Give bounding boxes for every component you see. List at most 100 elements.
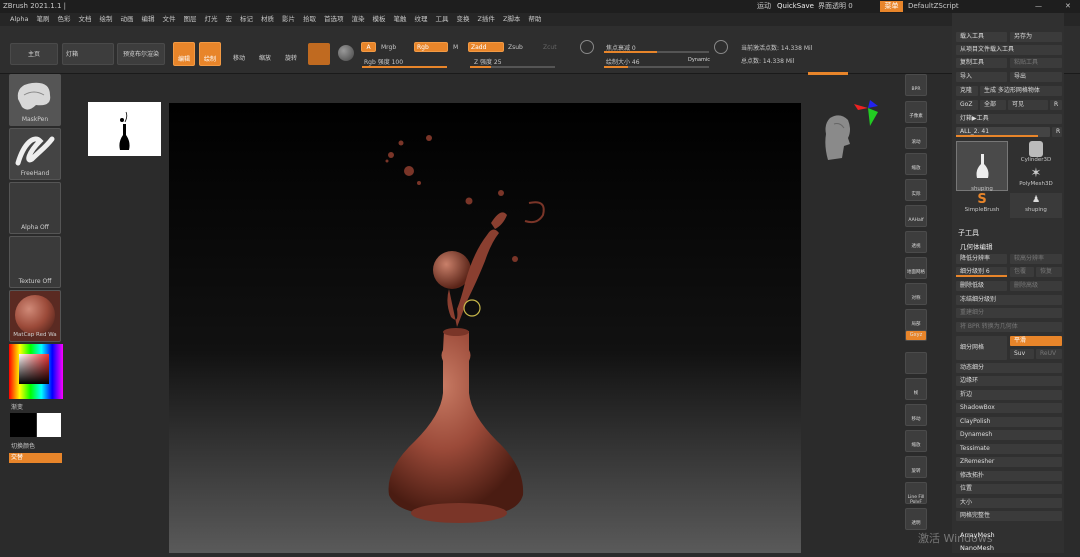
save-as-button[interactable]: 另存为 [1010,32,1062,42]
focal-shift-slider[interactable] [604,51,709,53]
current-tool-slider[interactable]: ALL_2. 41 [956,127,1050,137]
menu-item[interactable]: Alpha [10,15,28,23]
right-shelf-button[interactable]: Gxyz [905,330,927,341]
tessimate-section[interactable]: Tessimate [956,444,1062,454]
export-button[interactable]: 导出 [1010,72,1062,82]
secondary-color-swatch[interactable] [37,413,61,437]
lightbox-button[interactable]: 灯箱 [62,43,114,65]
cage-button[interactable]: 包覆 [1010,267,1034,277]
menu-item[interactable]: 宏 [225,15,232,23]
reconstruct-subdiv-button[interactable]: 重建细分 [956,308,1062,318]
tool-thumb-simplebrush[interactable]: S SimpleBrush [956,193,1008,218]
claypolish-section[interactable]: ClayPolish [956,417,1062,427]
gradient-label[interactable]: 渐变 [11,402,23,411]
restore-button[interactable]: 恢复 [1036,267,1062,277]
freeze-subdivision-button[interactable]: 冻结细分级别 [956,295,1062,305]
zadd-toggle[interactable]: Zadd [468,42,504,52]
suv-toggle[interactable]: Suv [1010,349,1034,359]
menu-item[interactable]: 色彩 [57,15,70,23]
menu-item[interactable]: 拾取 [303,15,316,23]
dynamesh-section[interactable]: Dynamesh [956,430,1062,440]
sdiv-slider[interactable]: 细分级别 6 [956,267,1007,277]
menu-item[interactable]: 影片 [282,15,295,23]
goz-visible-button[interactable]: 可见 [1008,100,1048,110]
position-section[interactable]: 位置 [956,484,1062,494]
menu-item[interactable]: 文档 [78,15,91,23]
main-color-swatch[interactable] [10,413,36,437]
menu-item[interactable]: 帮助 [528,15,541,23]
divide-button[interactable]: 细分网格 [956,336,1007,360]
move-button[interactable]: 移动 [229,42,249,66]
reuv-toggle[interactable]: ReUV [1036,349,1062,359]
menu-item[interactable]: 纹理 [414,15,427,23]
rgb-toggle[interactable]: Rgb [414,42,448,52]
menu-item[interactable]: 绘制 [99,15,112,23]
right-shelf-button[interactable]: BPR [905,74,927,96]
del-higher-button[interactable]: 删除高级 [1010,281,1062,291]
menu-item[interactable]: 标记 [240,15,253,23]
rgb-intensity-slider[interactable] [362,66,447,68]
scale-button[interactable]: 缩放 [255,42,275,66]
menu-item[interactable]: 文件 [162,15,175,23]
right-shelf-button[interactable]: 帧 [905,378,927,400]
clone-button[interactable]: 克隆 [956,86,978,96]
current-r-button[interactable]: R [1052,127,1062,137]
minimize-icon[interactable]: — [1035,0,1042,13]
menu-item[interactable]: 材质 [261,15,274,23]
menu-item[interactable]: 笔触 [393,15,406,23]
goz-all-button[interactable]: 全部 [980,100,1006,110]
import-button[interactable]: 导入 [956,72,1007,82]
right-shelf-button[interactable]: 旋转 [905,456,927,478]
a-button[interactable]: A [361,42,376,52]
navigator-thumbnail[interactable] [88,102,161,156]
mrgb-toggle[interactable]: Mrgb [381,44,396,51]
z-intensity-slider[interactable] [470,66,555,68]
menu-item[interactable]: 渲染 [351,15,364,23]
preview-bpr-button[interactable]: 预览布尔渲染 [117,43,165,65]
material-swatch[interactable] [308,43,330,65]
right-shelf-button[interactable]: Line Fill PolyF [905,482,927,504]
shadowbox-section[interactable]: ShadowBox [956,403,1062,413]
menu-item[interactable]: 模板 [372,15,385,23]
home-button[interactable]: 主页 [10,43,58,65]
color-picker[interactable] [9,344,63,399]
convert-bpr-button[interactable]: 将 BPR 转换为几何体 [956,322,1062,332]
menu-item[interactable]: 编辑 [141,15,154,23]
right-shelf-button[interactable]: 滚动 [905,127,927,149]
right-shelf-button[interactable]: 缩放 [905,153,927,175]
tool-thumb-polymesh[interactable]: ✶ PolyMesh3D [1010,167,1062,192]
draw-button[interactable]: 绘制 [199,42,221,66]
copy-tool-button[interactable]: 复制工具 [956,58,1007,68]
load-from-project-button[interactable]: 从项目文件载入工具 [956,45,1062,55]
menu-item[interactable]: 首选项 [324,15,344,23]
right-shelf-button[interactable] [905,352,927,374]
del-lower-button[interactable]: 删除低级 [956,281,1007,291]
size-section[interactable]: 大小 [956,498,1062,508]
crease-section[interactable]: 折边 [956,390,1062,400]
load-tool-button[interactable]: 载入工具 [956,32,1007,42]
menu-button[interactable]: 菜单 [880,1,903,12]
right-shelf-button[interactable]: 透视 [905,231,927,253]
goz-r-button[interactable]: R [1050,100,1062,110]
rotate-button[interactable]: 旋转 [281,42,301,66]
zremesher-section[interactable]: ZRemesher [956,457,1062,467]
geometry-header[interactable]: 几何体编辑 [960,241,993,251]
subtool-header[interactable]: 子工具 [958,228,979,238]
tool-thumb-cylinder[interactable]: Cylinder3D [1010,141,1062,166]
higher-res-button[interactable]: 较高分辨率 [1010,254,1062,264]
edge-loop-section[interactable]: 边缘环 [956,376,1062,386]
menu-item[interactable]: 工具 [435,15,448,23]
modify-topology-section[interactable]: 修改拓扑 [956,471,1062,481]
zsub-toggle[interactable]: Zsub [508,44,523,51]
paste-tool-button[interactable]: 粘贴工具 [1010,58,1062,68]
menu-item[interactable]: Z插件 [477,15,494,23]
tool-thumb-shuping[interactable]: shuping [956,141,1008,192]
right-shelf-button[interactable]: 局部 [905,309,927,331]
m-toggle[interactable]: M [453,44,458,51]
canvas-viewport[interactable] [169,103,801,553]
menu-item[interactable]: 笔刷 [36,15,49,23]
axis-gizmo[interactable] [852,100,882,132]
right-shelf-button[interactable]: 透明 [905,508,927,530]
lightbox-tools-button[interactable]: 灯箱▶工具 [956,114,1062,124]
right-shelf-button[interactable]: 移动 [905,404,927,426]
